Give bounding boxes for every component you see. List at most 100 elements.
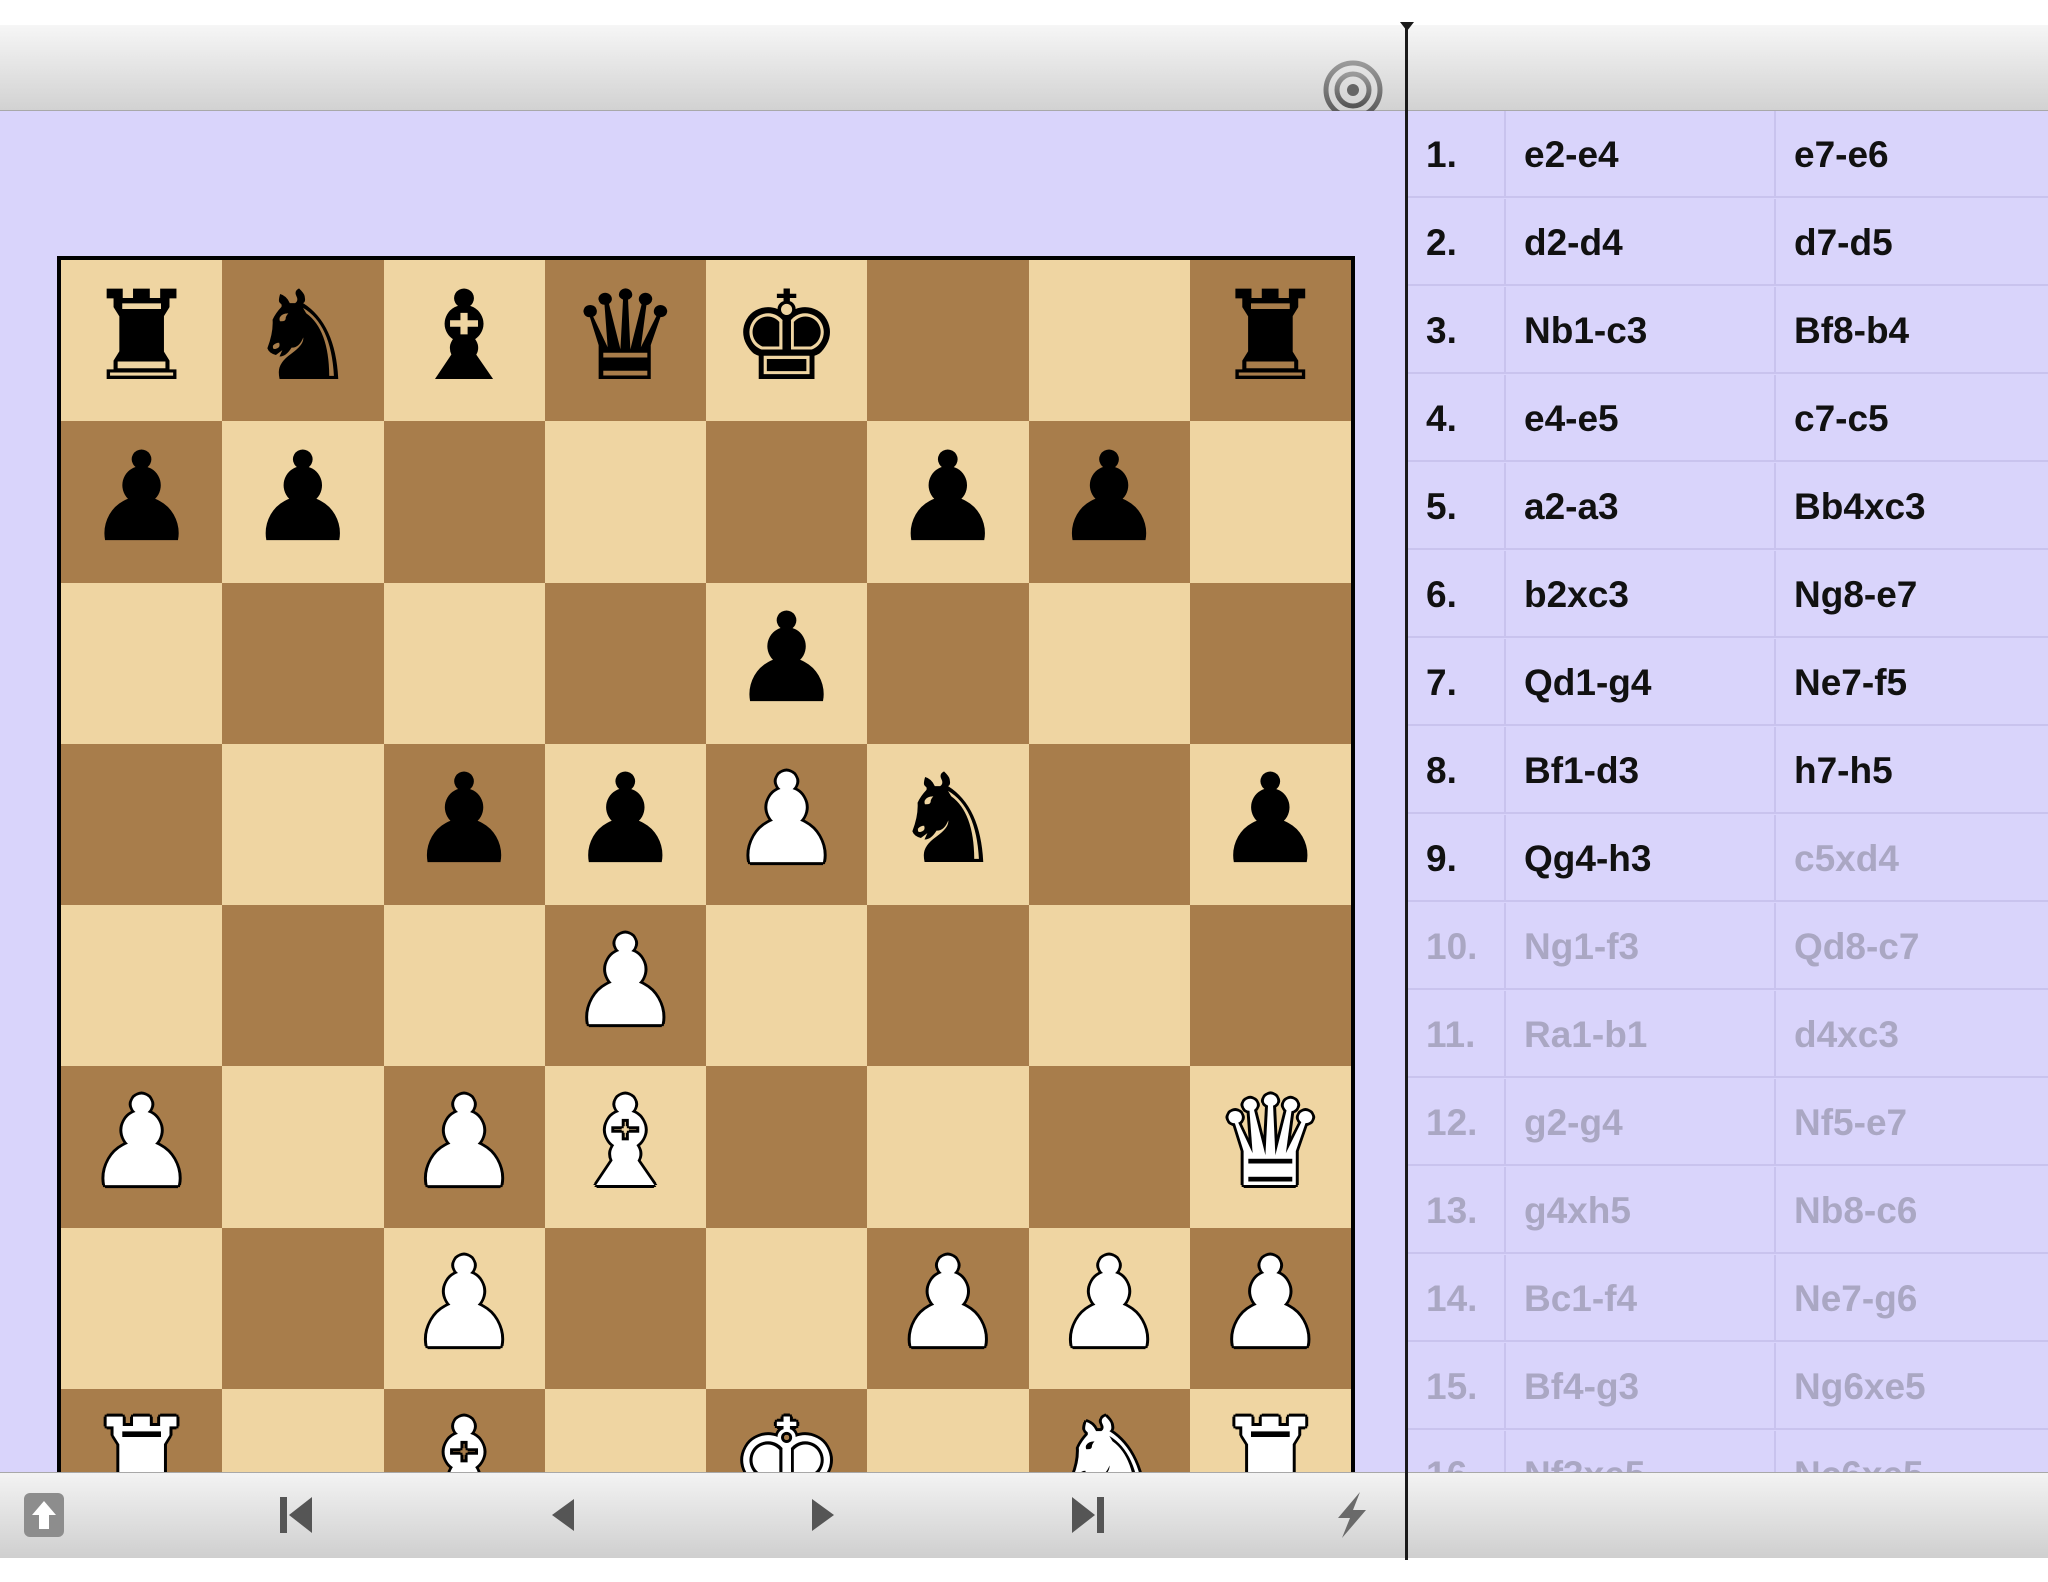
white-move[interactable]: d2-d4 [1524, 199, 1623, 286]
square-b6[interactable] [222, 582, 384, 744]
black-rook-icon[interactable]: ♜ [1215, 275, 1326, 399]
square-a7[interactable]: ♟ [61, 421, 223, 583]
square-d7[interactable] [544, 421, 706, 583]
square-c7[interactable] [383, 421, 545, 583]
black-knight-icon[interactable]: ♞ [247, 275, 358, 399]
black-move[interactable]: d7-d5 [1794, 199, 1893, 286]
square-g8[interactable] [1028, 260, 1190, 422]
black-move[interactable]: c7-c5 [1794, 375, 1889, 462]
square-h5[interactable]: ♟ [1189, 743, 1351, 905]
square-a6[interactable] [61, 582, 223, 744]
white-move[interactable]: b2xc3 [1524, 551, 1629, 638]
black-move[interactable]: Nc6xe5 [1794, 1431, 1924, 1472]
square-c2[interactable]: ♟ [383, 1227, 545, 1389]
white-move[interactable]: a2-a3 [1524, 463, 1619, 550]
white-move[interactable]: g4xh5 [1524, 1167, 1631, 1254]
white-move[interactable]: Ra1-b1 [1524, 991, 1647, 1078]
white-move[interactable]: e2-e4 [1524, 111, 1619, 198]
white-move[interactable]: Bf4-g3 [1524, 1343, 1639, 1430]
black-pawn-icon[interactable]: ♟ [86, 436, 197, 560]
lightning-icon[interactable] [1322, 1485, 1382, 1545]
black-pawn-icon[interactable]: ♟ [1215, 758, 1326, 882]
square-a4[interactable] [61, 905, 223, 1067]
white-pawn-icon[interactable]: ♟ [731, 758, 842, 882]
black-move[interactable]: Ne7-f5 [1794, 639, 1907, 726]
previous-move-icon[interactable] [532, 1485, 592, 1545]
square-f4[interactable] [867, 905, 1029, 1067]
first-move-icon[interactable] [266, 1485, 326, 1545]
square-g7[interactable]: ♟ [1028, 421, 1190, 583]
white-pawn-icon[interactable]: ♟ [409, 1081, 520, 1205]
black-pawn-icon[interactable]: ♟ [247, 436, 358, 560]
square-f5[interactable]: ♞ [867, 743, 1029, 905]
white-bishop-icon[interactable]: ♝ [570, 1081, 681, 1205]
square-e7[interactable] [706, 421, 868, 583]
square-c3[interactable]: ♟ [383, 1066, 545, 1228]
black-move[interactable]: Nf5-e7 [1794, 1079, 1907, 1166]
square-b7[interactable]: ♟ [222, 421, 384, 583]
white-move[interactable]: Bc1-f4 [1524, 1255, 1637, 1342]
square-h3[interactable]: ♛ [1189, 1066, 1351, 1228]
panel-divider[interactable] [1405, 25, 1408, 1560]
black-pawn-icon[interactable]: ♟ [731, 597, 842, 721]
square-h2[interactable]: ♟ [1189, 1227, 1351, 1389]
black-move[interactable]: Ng8-e7 [1794, 551, 1917, 638]
square-e3[interactable] [706, 1066, 868, 1228]
white-pawn-icon[interactable]: ♟ [409, 1242, 520, 1366]
black-knight-icon[interactable]: ♞ [892, 758, 1003, 882]
white-pawn-icon[interactable]: ♟ [892, 1242, 1003, 1366]
white-move[interactable]: Bf1-d3 [1524, 727, 1639, 814]
next-move-icon[interactable] [792, 1485, 852, 1545]
square-a8[interactable]: ♜ [61, 260, 223, 422]
square-b3[interactable] [222, 1066, 384, 1228]
square-c5[interactable]: ♟ [383, 743, 545, 905]
black-move[interactable]: d4xc3 [1794, 991, 1899, 1078]
square-c6[interactable] [383, 582, 545, 744]
black-move[interactable]: Bb4xc3 [1794, 463, 1926, 550]
black-move[interactable]: h7-h5 [1794, 727, 1893, 814]
square-e2[interactable] [706, 1227, 868, 1389]
black-rook-icon[interactable]: ♜ [86, 275, 197, 399]
last-move-icon[interactable] [1058, 1485, 1118, 1545]
share-icon[interactable] [14, 1485, 74, 1545]
black-move[interactable]: e7-e6 [1794, 111, 1889, 198]
square-e8[interactable]: ♚ [706, 260, 868, 422]
square-d3[interactable]: ♝ [544, 1066, 706, 1228]
black-move[interactable]: Ne7-g6 [1794, 1255, 1917, 1342]
square-h4[interactable] [1189, 905, 1351, 1067]
square-e4[interactable] [706, 905, 868, 1067]
black-move[interactable]: Nb8-c6 [1794, 1167, 1917, 1254]
square-e6[interactable]: ♟ [706, 582, 868, 744]
white-pawn-icon[interactable]: ♟ [86, 1081, 197, 1205]
white-move[interactable]: e4-e5 [1524, 375, 1619, 462]
black-queen-icon[interactable]: ♛ [570, 275, 681, 399]
square-g2[interactable]: ♟ [1028, 1227, 1190, 1389]
black-pawn-icon[interactable]: ♟ [570, 758, 681, 882]
square-g3[interactable] [1028, 1066, 1190, 1228]
white-pawn-icon[interactable]: ♟ [1054, 1242, 1165, 1366]
black-bishop-icon[interactable]: ♝ [409, 275, 520, 399]
square-e5[interactable]: ♟ [706, 743, 868, 905]
square-a2[interactable] [61, 1227, 223, 1389]
square-f6[interactable] [867, 582, 1029, 744]
black-move[interactable]: Bf8-b4 [1794, 287, 1909, 374]
square-d6[interactable] [544, 582, 706, 744]
square-b4[interactable] [222, 905, 384, 1067]
square-f2[interactable]: ♟ [867, 1227, 1029, 1389]
white-pawn-icon[interactable]: ♟ [570, 920, 681, 1044]
square-d4[interactable]: ♟ [544, 905, 706, 1067]
square-a5[interactable] [61, 743, 223, 905]
square-a3[interactable]: ♟ [61, 1066, 223, 1228]
black-pawn-icon[interactable]: ♟ [892, 436, 1003, 560]
square-b2[interactable] [222, 1227, 384, 1389]
white-move[interactable]: Nf3xe5 [1524, 1431, 1645, 1472]
white-move[interactable]: Qg4-h3 [1524, 815, 1651, 902]
square-d8[interactable]: ♛ [544, 260, 706, 422]
square-g6[interactable] [1028, 582, 1190, 744]
square-c4[interactable] [383, 905, 545, 1067]
square-f3[interactable] [867, 1066, 1029, 1228]
black-pawn-icon[interactable]: ♟ [1054, 436, 1165, 560]
square-f8[interactable] [867, 260, 1029, 422]
square-d2[interactable] [544, 1227, 706, 1389]
white-move[interactable]: Qd1-g4 [1524, 639, 1651, 726]
